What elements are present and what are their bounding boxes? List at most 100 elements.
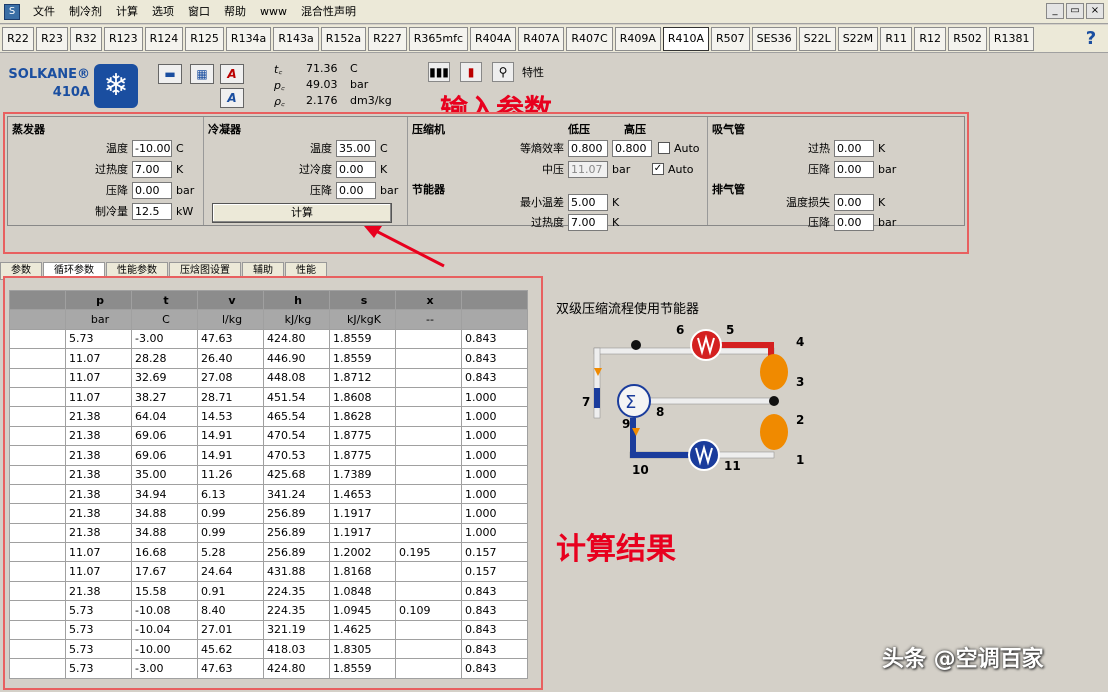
auto-mid-checkbox[interactable]: ✓ xyxy=(652,163,664,175)
discharge-field-input[interactable]: 0.00 xyxy=(834,193,874,211)
tab-r11[interactable]: R11 xyxy=(880,26,913,51)
table-row[interactable]: 11.07 16.68 5.28 256.89 1.2002 0.195 0.157 xyxy=(9,542,528,563)
tab-r32[interactable]: R32 xyxy=(70,26,102,51)
evaporator-field-unit: kW xyxy=(176,204,194,218)
table-row[interactable]: 21.38 69.06 14.91 470.54 1.8775 1.000 xyxy=(9,425,528,447)
economizer-field-input[interactable]: 5.00 xyxy=(568,193,608,211)
help-icon[interactable]: ? xyxy=(1078,27,1104,51)
mid-pressure-input[interactable]: 11.07 xyxy=(568,160,608,178)
tab-r1381[interactable]: R1381 xyxy=(988,26,1035,51)
column-header[interactable]: x xyxy=(395,289,462,311)
table-row[interactable]: 11.07 17.67 24.64 431.88 1.8168 0.157 xyxy=(9,561,528,582)
menu-item-4[interactable]: 窗口 xyxy=(181,0,217,24)
tab-r12[interactable]: R12 xyxy=(914,26,947,51)
tab-r143a[interactable]: R143a xyxy=(273,26,319,51)
condenser-field-input[interactable]: 35.00 xyxy=(336,139,376,157)
tab-r227[interactable]: R227 xyxy=(368,26,407,51)
pipe-section: 吸气管 过热 0.00 K 压降 0.00 bar 排气管 温度损失 0.00 K 压降 0.00… xyxy=(708,117,966,231)
evaporator-field-input[interactable]: 7.00 xyxy=(132,160,172,178)
tab-r365mfc[interactable]: R365mfc xyxy=(408,26,469,51)
tab-r152a[interactable]: R152a xyxy=(320,26,367,51)
single-cylinder-icon[interactable]: ▮ xyxy=(460,62,482,82)
economizer-field-input[interactable]: 7.00 xyxy=(568,213,608,231)
cylinders-icon[interactable]: ▮▮▮ xyxy=(428,62,450,82)
tab-s22l[interactable]: S22L xyxy=(798,26,836,51)
auto-efficiency-checkbox[interactable] xyxy=(658,142,670,154)
table-row[interactable]: 11.07 28.28 26.40 446.90 1.8559 0.843 xyxy=(9,348,528,369)
table-cell: 431.88 xyxy=(263,561,330,582)
pipe-middle xyxy=(629,397,775,405)
tab-r410a[interactable]: R410A xyxy=(662,26,710,51)
table-row[interactable]: 21.38 69.06 14.91 470.53 1.8775 1.000 xyxy=(9,445,528,466)
table-row[interactable]: 21.38 34.94 6.13 341.24 1.4653 1.000 xyxy=(9,483,528,505)
column-header[interactable]: t xyxy=(131,289,198,311)
tab-r125[interactable]: R125 xyxy=(185,26,224,51)
table-cell xyxy=(9,600,66,621)
menu-item-0[interactable]: 文件 xyxy=(26,0,62,24)
menu-item-3[interactable]: 选项 xyxy=(145,0,181,24)
menu-item-1[interactable]: 制冷剂 xyxy=(62,0,109,24)
tab-r123[interactable]: R123 xyxy=(104,26,143,51)
tab-r409a[interactable]: R409A xyxy=(614,26,661,51)
tab-r124[interactable]: R124 xyxy=(144,26,184,51)
tab-r407a[interactable]: R407A xyxy=(518,26,565,51)
tab-r407c[interactable]: R407C xyxy=(566,26,613,51)
window-icon[interactable]: ▬ xyxy=(158,64,182,84)
evaporator-title: 蒸发器 xyxy=(12,123,45,136)
tab-s22m[interactable]: S22M xyxy=(837,26,879,51)
tab-ses36[interactable]: SES36 xyxy=(751,26,797,51)
menu-item-5[interactable]: 帮助 xyxy=(217,0,253,24)
column-header[interactable]: s xyxy=(329,289,396,311)
table-row[interactable]: 5.73 -10.00 45.62 418.03 1.8305 0.843 xyxy=(9,639,528,660)
table-row[interactable]: 21.38 64.04 14.53 465.54 1.8628 1.000 xyxy=(9,406,528,427)
column-header[interactable] xyxy=(9,289,66,311)
evaporator-field-input[interactable]: 12.5 xyxy=(132,202,172,220)
suction-field-input[interactable]: 0.00 xyxy=(834,160,874,178)
evaporator-field-input[interactable]: 0.00 xyxy=(132,181,172,199)
suction-field-input[interactable]: 0.00 xyxy=(834,139,874,157)
table-cell: 27.01 xyxy=(197,619,264,641)
cold-pipe-bottom xyxy=(630,452,690,458)
tab-r134a[interactable]: R134a xyxy=(225,26,272,51)
close-button[interactable]: × xyxy=(1086,3,1104,19)
table-cell: 21.38 xyxy=(65,406,132,427)
table-row[interactable]: 5.73 -3.00 47.63 424.80 1.8559 0.843 xyxy=(9,328,528,350)
condenser-field-input[interactable]: 0.00 xyxy=(336,160,376,178)
table-row[interactable]: 21.38 34.88 0.99 256.89 1.1917 1.000 xyxy=(9,503,528,524)
condenser-field-input[interactable]: 0.00 xyxy=(336,181,376,199)
menu-item-7[interactable]: 混合性声明 xyxy=(294,0,363,24)
ts-diagram-icon[interactable]: A xyxy=(220,88,244,108)
tab-r502[interactable]: R502 xyxy=(948,26,987,51)
menu-item-2[interactable]: 计算 xyxy=(109,0,145,24)
table-row[interactable]: 21.38 34.88 0.99 256.89 1.1917 1.000 xyxy=(9,522,528,544)
table-row[interactable]: 5.73 -3.00 47.63 424.80 1.8559 0.843 xyxy=(9,658,528,679)
column-header[interactable]: v xyxy=(197,289,264,311)
calculate-button[interactable]: 计算 xyxy=(212,203,392,223)
column-header[interactable]: h xyxy=(263,289,330,311)
menu-item-6[interactable]: www xyxy=(253,0,294,24)
table-icon[interactable]: ▦ xyxy=(190,64,214,84)
high-stage-compressor-icon xyxy=(760,354,788,390)
discharge-field-input[interactable]: 0.00 xyxy=(834,213,874,231)
low-efficiency-input[interactable]: 0.800 xyxy=(568,139,608,157)
tab-r507[interactable]: R507 xyxy=(711,26,750,51)
evaporator-field-input[interactable]: -10.00 xyxy=(132,139,172,157)
table-row[interactable]: 21.38 15.58 0.91 224.35 1.0848 0.843 xyxy=(9,580,528,602)
ph-diagram-icon[interactable]: A xyxy=(220,64,244,84)
evaporator-field-unit: C xyxy=(176,141,184,155)
table-row[interactable]: 21.38 35.00 11.26 425.68 1.7389 1.000 xyxy=(9,464,528,485)
column-header[interactable] xyxy=(461,289,528,311)
table-row[interactable]: 11.07 38.27 28.71 451.54 1.8608 1.000 xyxy=(9,386,528,408)
table-row[interactable]: 5.73 -10.04 27.01 321.19 1.4625 0.843 xyxy=(9,619,528,641)
tab-r23[interactable]: R23 xyxy=(36,26,68,51)
tab-r22[interactable]: R22 xyxy=(2,26,34,51)
table-row[interactable]: 5.73 -10.08 8.40 224.35 1.0945 0.109 0.843 xyxy=(9,600,528,621)
compressor-title: 压缩机 xyxy=(412,123,445,136)
table-row[interactable]: 11.07 32.69 27.08 448.08 1.8712 0.843 xyxy=(9,367,528,388)
column-header[interactable]: p xyxy=(65,289,132,311)
tab-r404a[interactable]: R404A xyxy=(470,26,517,51)
restore-button[interactable]: ▭ xyxy=(1066,3,1084,19)
high-efficiency-input[interactable]: 0.800 xyxy=(612,139,652,157)
minimize-button[interactable]: _ xyxy=(1046,3,1064,19)
valve-icon[interactable]: ⚲ xyxy=(492,62,514,82)
